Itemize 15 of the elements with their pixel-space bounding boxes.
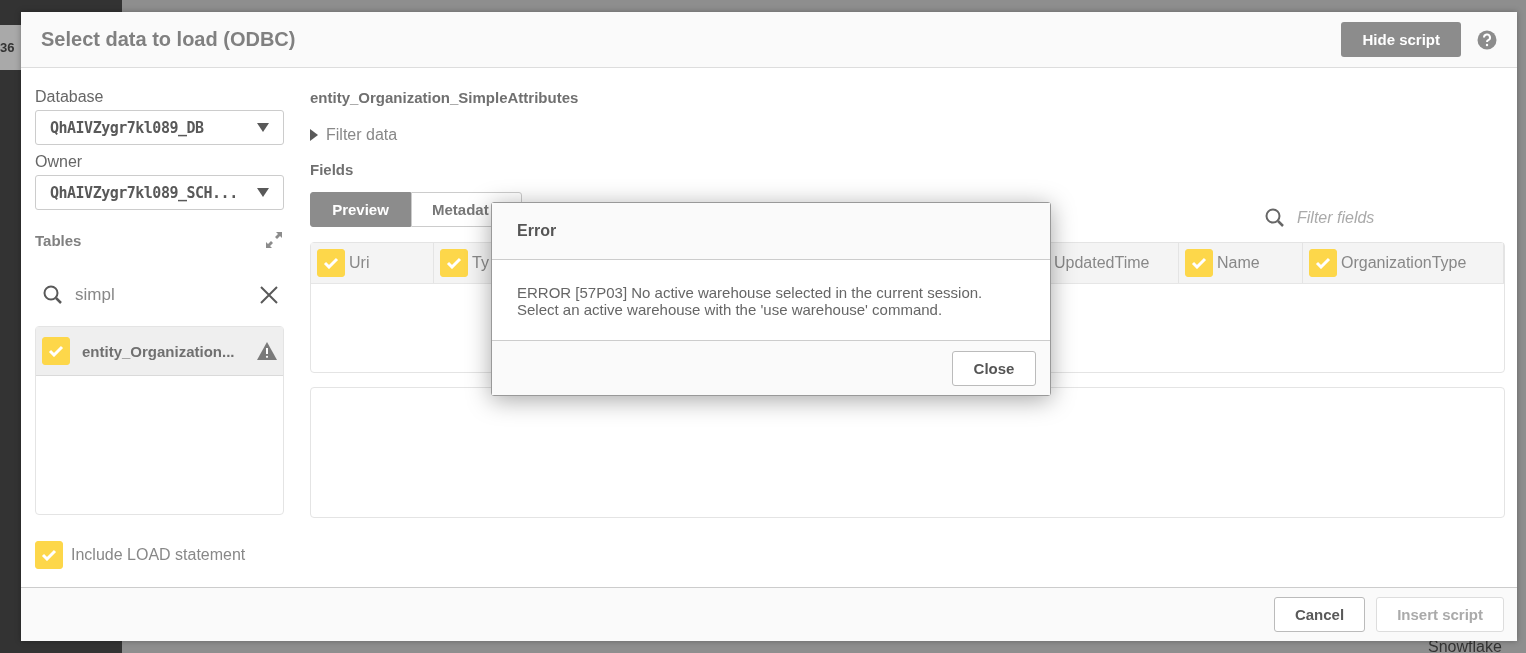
- error-message: Select an active warehouse with the 'use warehouse' command.: [517, 301, 944, 318]
- column-header: OrganizationType: [1303, 243, 1504, 283]
- database-label: Database: [35, 87, 105, 107]
- fields-label: Fields: [310, 161, 355, 178]
- table-title: entity_Organization_SimpleAttributes: [310, 88, 580, 108]
- include-load-label: Include LOAD statement: [71, 546, 246, 564]
- table-name: entity_Organization...: [82, 342, 236, 360]
- column-header: Name: [1179, 243, 1303, 283]
- owner-label: Owner: [35, 152, 84, 172]
- background-text: 36: [0, 40, 15, 55]
- error-message: ERROR [57P03] No active warehouse selected in the current session.: [517, 284, 984, 301]
- column-header: Uri: [311, 243, 434, 283]
- dialog-title: Select data to load (ODBC): [41, 28, 297, 51]
- background-text: Snowflake: [1428, 638, 1502, 653]
- tables-label: Tables: [35, 231, 82, 249]
